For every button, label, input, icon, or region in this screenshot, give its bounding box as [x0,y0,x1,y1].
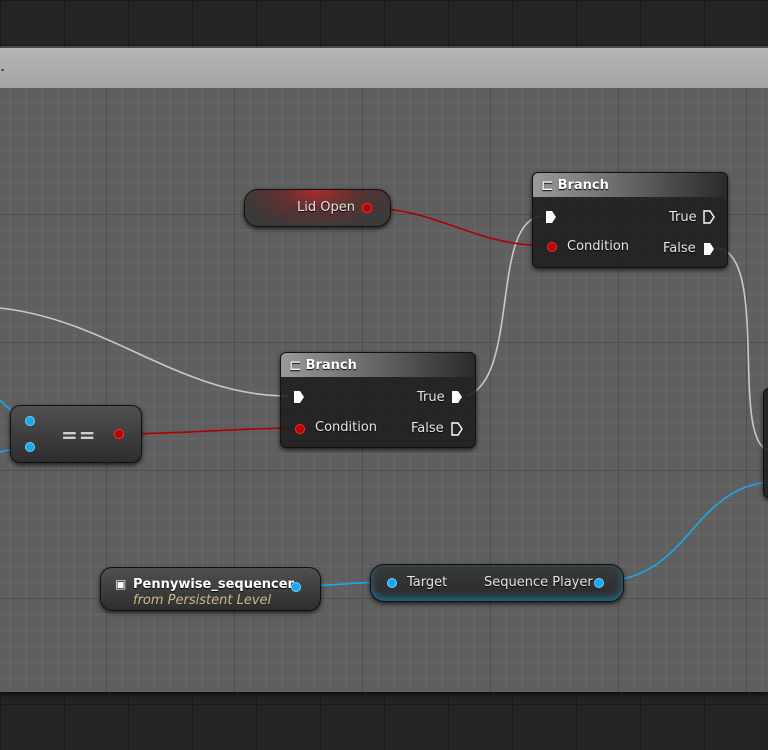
branch-node-mid[interactable]: ⊏ Branch True Condition False [280,352,476,448]
equals-operator-label: == [61,423,97,447]
equals-input-a-pin[interactable] [25,416,35,426]
offscreen-node[interactable] [763,388,768,498]
branch-top-true-pin[interactable] [703,210,715,224]
bool-wire-equals [118,427,299,435]
sequencer-variable-name: Pennywise_sequencer [133,577,294,592]
object-wire-player [598,481,768,583]
branch-mid-condition-pin[interactable] [295,424,305,434]
branch-top-condition-pin[interactable] [547,242,557,252]
lid-open-node[interactable]: Lid Open [244,189,391,227]
lid-open-label: Lid Open [297,200,355,215]
branch-top-title: Branch [557,177,609,193]
branch-top-header: ⊏ Branch [533,173,727,197]
lid-open-output-pin[interactable] [362,203,372,213]
branch-top-false-pin[interactable] [703,242,715,256]
level-actor-icon: ▣ [115,577,127,591]
branch-icon: ⊏ [541,176,554,194]
branch-mid-exec-in-pin[interactable] [293,390,305,404]
branch-mid-header: ⊏ Branch [281,353,475,377]
branch-mid-false-pin[interactable] [451,422,463,436]
equals-node[interactable]: == [10,405,142,463]
branch-top-exec-in-pin[interactable] [545,210,557,224]
sequencer-output-pin[interactable] [291,582,301,592]
branch-top-condition-label: Condition [567,239,630,254]
sequencer-variable-node[interactable]: ▣ Pennywise_sequencer from Persistent Le… [100,567,321,611]
sequence-player-target-label: Target [407,575,448,590]
exec-wire-false [715,247,768,451]
branch-mid-condition-label: Condition [315,420,378,435]
sequence-player-target-pin[interactable] [387,578,397,588]
equals-input-b-pin[interactable] [25,442,35,452]
branch-node-top[interactable]: ⊏ Branch True Condition False [532,172,728,268]
branch-top-false-label: False [663,241,696,256]
exec-wire-in [0,307,289,397]
branch-icon: ⊏ [289,356,302,374]
branch-mid-false-label: False [411,421,444,436]
sequence-player-node[interactable]: Target Sequence Player [370,564,624,602]
equals-output-pin[interactable] [114,429,124,439]
branch-top-true-label: True [669,210,697,225]
branch-mid-true-pin[interactable] [451,390,463,404]
branch-mid-title: Branch [305,357,357,373]
sequence-player-output-pin[interactable] [594,578,604,588]
sequencer-variable-subtitle: from Persistent Level [133,593,272,608]
exec-wire-true [465,215,543,397]
sequence-player-output-label: Sequence Player [484,575,593,590]
branch-mid-true-label: True [417,390,445,405]
